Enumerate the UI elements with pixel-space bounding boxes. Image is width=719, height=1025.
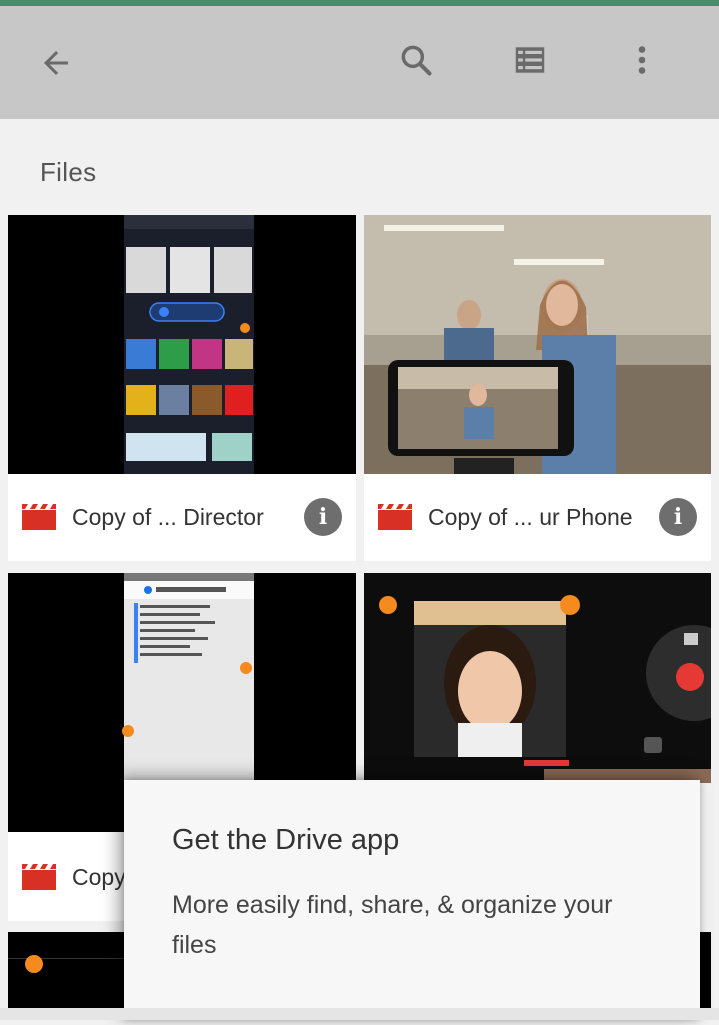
arrow-left-icon (44, 51, 68, 75)
file-name: Copy of ... ur Phone (428, 504, 633, 530)
info-glyph: i (318, 504, 328, 530)
file-card[interactable] (364, 573, 711, 783)
file-name: Copy (72, 864, 126, 890)
video-file-icon (22, 504, 56, 530)
more-vert-icon (638, 46, 646, 74)
bottom-edge (0, 1008, 719, 1020)
info-button[interactable]: i (659, 498, 697, 536)
file-thumbnail (364, 215, 711, 474)
back-button[interactable] (36, 43, 76, 83)
video-file-icon (378, 504, 412, 530)
list-view-button[interactable] (510, 40, 550, 80)
promo-text: More easily find, share, & organize your… (172, 891, 613, 959)
search-button[interactable] (396, 40, 436, 80)
search-icon (401, 45, 432, 76)
app-bar (0, 6, 719, 119)
video-file-icon (22, 864, 56, 890)
file-name: Copy of ... Director (72, 504, 264, 530)
section-title: Files (40, 157, 97, 187)
list-view-icon (515, 47, 545, 73)
file-thumbnail (364, 573, 711, 783)
more-options-button[interactable] (622, 40, 662, 80)
file-card[interactable]: Copy of ... Director i (8, 215, 356, 561)
drive-app-promo[interactable]: Get the Drive app More easily find, shar… (124, 780, 700, 1020)
info-glyph: i (673, 504, 683, 530)
file-label-row: Copy of ... Director i (8, 474, 356, 561)
file-card[interactable]: Copy of ... ur Phone i (364, 215, 711, 561)
file-thumbnail (8, 215, 356, 474)
file-label-row: Copy of ... ur Phone i (364, 474, 711, 561)
info-button[interactable]: i (304, 498, 342, 536)
promo-title: Get the Drive app (172, 824, 400, 856)
